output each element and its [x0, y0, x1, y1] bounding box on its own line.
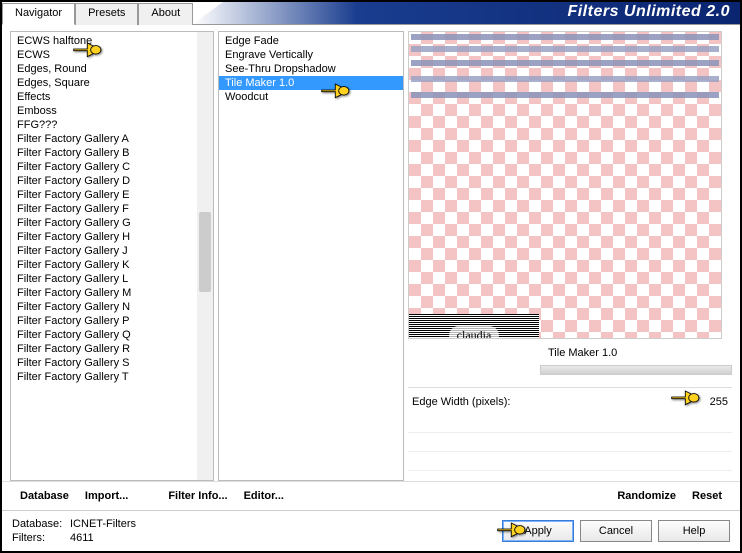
status-filters-label: Filters: [12, 531, 70, 545]
category-item[interactable]: Filter Factory Gallery J [11, 244, 197, 258]
divider [408, 387, 732, 388]
tab-about[interactable]: About [138, 3, 193, 25]
status-db-value: ICNET-Filters [70, 518, 136, 530]
category-item[interactable]: Filter Factory Gallery G [11, 216, 197, 230]
category-item[interactable]: Filter Factory Gallery A [11, 132, 197, 146]
category-item[interactable]: Filter Factory Gallery H [11, 230, 197, 244]
editor-button[interactable]: Editor... [236, 486, 292, 506]
status-filters-value: 4611 [70, 532, 94, 544]
category-item[interactable]: Filter Factory Gallery R [11, 342, 197, 356]
param-value: 255 [698, 396, 728, 408]
preview-image: claudia [408, 31, 722, 339]
tabs: Navigator Presets About [2, 2, 193, 24]
category-item[interactable]: Filter Factory Gallery T [11, 370, 197, 384]
watermark-text: claudia [449, 326, 500, 340]
apply-button[interactable]: Apply [502, 520, 574, 542]
category-item[interactable]: Filter Factory Gallery L [11, 272, 197, 286]
randomize-button[interactable]: Randomize [609, 486, 684, 506]
category-list[interactable]: ECWS halftoneECWSEdges, RoundEdges, Squa… [11, 32, 197, 480]
filter-item[interactable]: Tile Maker 1.0 [219, 76, 403, 90]
category-item[interactable]: Filter Factory Gallery E [11, 188, 197, 202]
filter-item[interactable]: Engrave Vertically [219, 48, 403, 62]
import-button[interactable]: Import... [77, 486, 136, 506]
reset-button[interactable]: Reset [684, 486, 730, 506]
category-item[interactable]: Filter Factory Gallery K [11, 258, 197, 272]
progress-bar [540, 365, 732, 375]
category-item[interactable]: Edges, Square [11, 76, 197, 90]
scrollbar[interactable] [197, 32, 213, 480]
category-item[interactable]: Filter Factory Gallery B [11, 146, 197, 160]
category-item[interactable]: Emboss [11, 104, 197, 118]
filter-item[interactable]: Woodcut [219, 90, 403, 104]
category-item[interactable]: ECWS halftone [11, 34, 197, 48]
tab-presets[interactable]: Presets [75, 3, 138, 25]
header: Navigator Presets About Filters Unlimite… [2, 2, 740, 24]
param-label: Edge Width (pixels): [412, 396, 698, 408]
category-item[interactable]: Filter Factory Gallery S [11, 356, 197, 370]
category-item[interactable]: Filter Factory Gallery P [11, 314, 197, 328]
tab-navigator[interactable]: Navigator [2, 3, 75, 25]
category-item[interactable]: Edges, Round [11, 62, 197, 76]
category-item[interactable]: Filter Factory Gallery Q [11, 328, 197, 342]
help-button[interactable]: Help [658, 520, 730, 542]
status-db-label: Database: [12, 517, 70, 531]
category-item[interactable]: Filter Factory Gallery F [11, 202, 197, 216]
category-item[interactable]: Filter Factory Gallery N [11, 300, 197, 314]
category-item[interactable]: Filter Factory Gallery C [11, 160, 197, 174]
app-title: Filters Unlimited 2.0 [193, 2, 740, 24]
filter-list[interactable]: Edge FadeEngrave VerticallySee-Thru Drop… [218, 31, 404, 481]
cancel-button[interactable]: Cancel [580, 520, 652, 542]
main-area: ECWS halftoneECWSEdges, RoundEdges, Squa… [2, 25, 740, 481]
spacer [292, 486, 609, 506]
param-empty-area [408, 414, 732, 481]
filter-info-button[interactable]: Filter Info... [160, 486, 235, 506]
scrollbar-thumb[interactable] [199, 212, 211, 292]
filter-title-row: Tile Maker 1.0 [408, 343, 732, 363]
filter-item[interactable]: See-Thru Dropshadow [219, 62, 403, 76]
category-item[interactable]: ECWS [11, 48, 197, 62]
status-text: Database:ICNET-Filters Filters:4611 [12, 517, 136, 545]
filter-item[interactable]: Edge Fade [219, 34, 403, 48]
database-button[interactable]: Database [12, 486, 77, 506]
category-item[interactable]: Effects [11, 90, 197, 104]
bottom-bar: Database:ICNET-Filters Filters:4611 Appl… [2, 511, 740, 553]
param-edge-width[interactable]: Edge Width (pixels): 255 [408, 394, 732, 410]
preview-area: claudia Tile Maker 1.0 Edge Width (pixel… [408, 31, 732, 481]
watermark-badge: claudia [409, 314, 539, 339]
wave-overlay [411, 34, 719, 114]
toolbar-row: Database Import... Filter Info... Editor… [2, 481, 740, 510]
category-item[interactable]: FFG??? [11, 118, 197, 132]
category-item[interactable]: Filter Factory Gallery M [11, 286, 197, 300]
filter-title: Tile Maker 1.0 [548, 347, 617, 359]
category-list-pane: ECWS halftoneECWSEdges, RoundEdges, Squa… [10, 31, 214, 481]
category-item[interactable]: Filter Factory Gallery D [11, 174, 197, 188]
